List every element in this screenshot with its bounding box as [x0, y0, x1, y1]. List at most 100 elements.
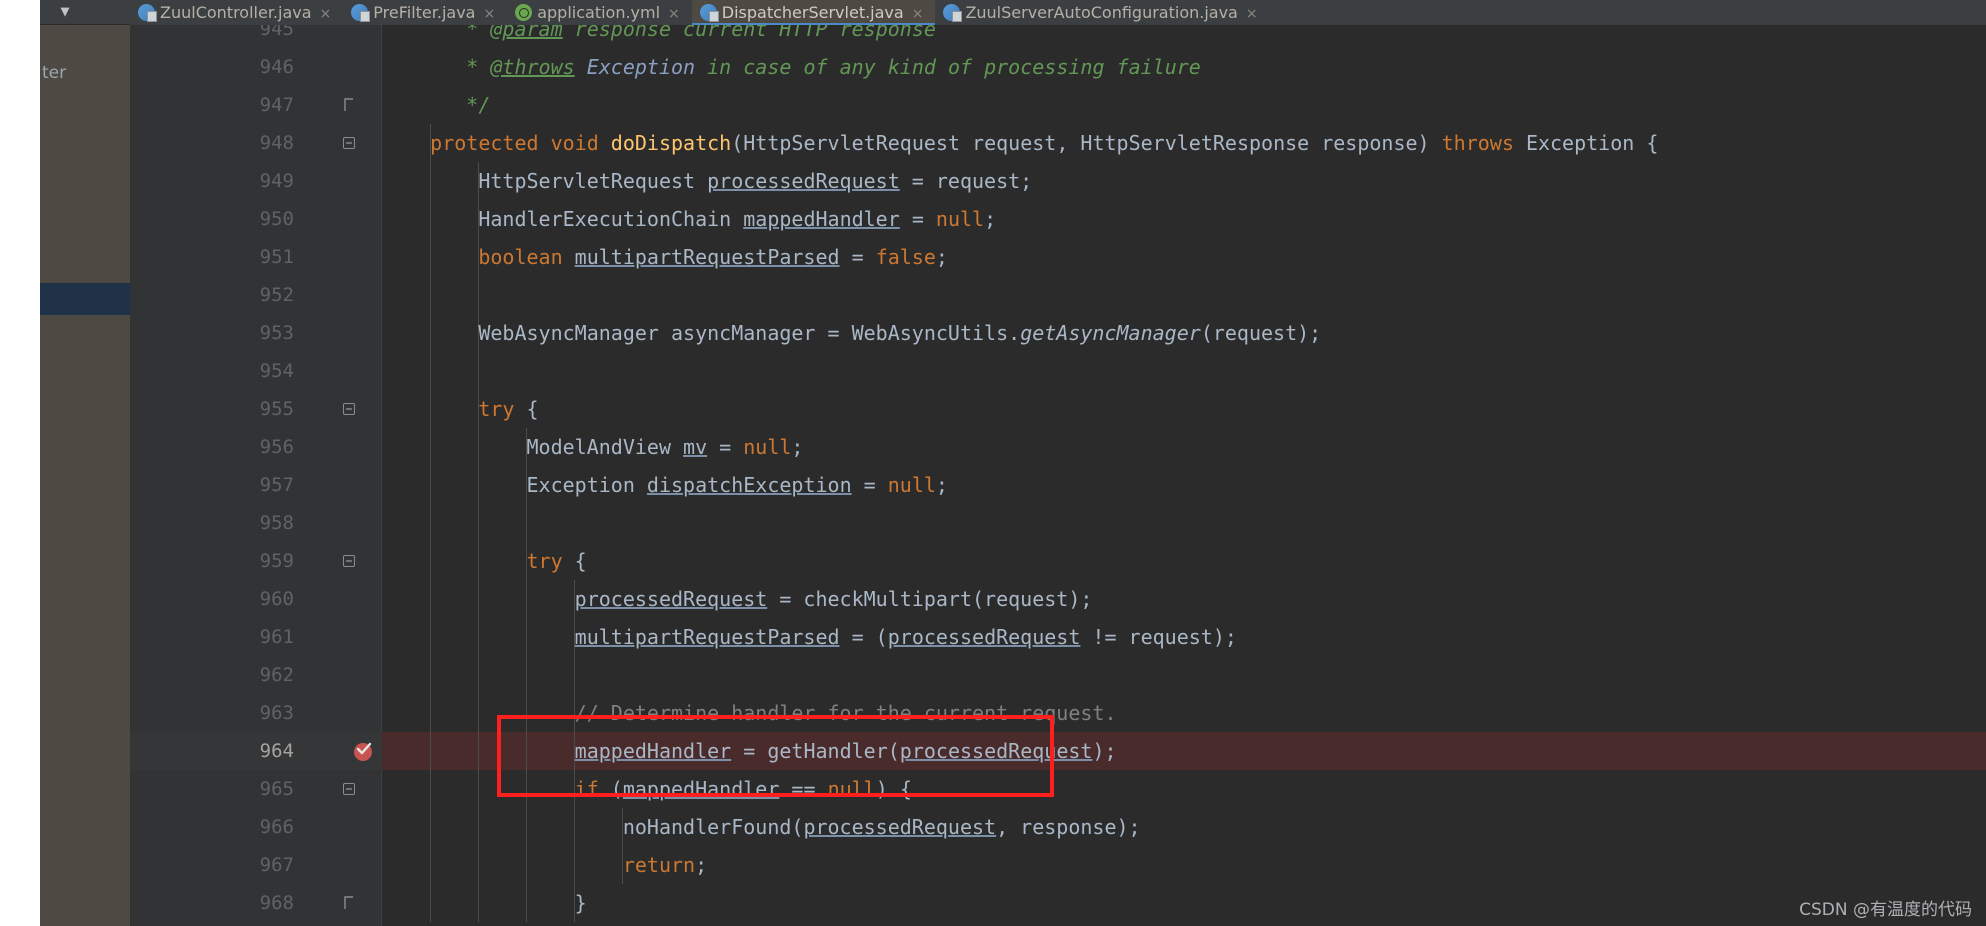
line-number: 951 — [259, 246, 294, 268]
line-number: 968 — [259, 892, 294, 914]
top-cut-left — [0, 0, 40, 3]
fold-collapse-icon[interactable] — [340, 400, 358, 418]
line-number: 958 — [259, 512, 294, 534]
code-line-968[interactable]: 968 } — [130, 884, 1986, 922]
left-panel-partial-label: ter — [42, 63, 67, 83]
editor-tab-label: ZuulServerAutoConfiguration.java — [965, 3, 1238, 22]
fold-end-icon[interactable] — [340, 96, 358, 114]
close-icon[interactable]: × — [320, 2, 332, 25]
java-class-icon — [943, 4, 963, 22]
line-number: 960 — [259, 588, 294, 610]
line-number: 961 — [259, 626, 294, 648]
line-number: 967 — [259, 854, 294, 876]
code-line-text: HandlerExecutionChain mappedHandler = nu… — [382, 207, 997, 231]
editor-tab-application-yml[interactable]: application.yml × — [507, 0, 692, 25]
code-line-text: * @throws Exception in case of any kind … — [382, 55, 1201, 79]
code-line-953[interactable]: 953 WebAsyncManager asyncManager = WebAs… — [130, 314, 1986, 352]
line-number: 964 — [259, 740, 294, 762]
fold-end-icon[interactable] — [340, 894, 358, 912]
breakpoint-verified-icon[interactable] — [352, 740, 374, 762]
code-line-text: try { — [526, 549, 587, 573]
left-panel-selected-item[interactable] — [40, 283, 130, 315]
code-line-967[interactable]: 967 return; — [130, 846, 1986, 884]
code-line-text: Exception dispatchException = null; — [382, 473, 948, 497]
line-number: 969 — [130, 922, 300, 926]
code-line-958[interactable]: 958 — [130, 504, 1986, 542]
code-line-952[interactable]: 952 — [130, 276, 1986, 314]
code-line-961[interactable]: 961 multipartRequestParsed = (processedR… — [130, 618, 1986, 656]
editor-tab-dispatcherservlet-java[interactable]: DispatcherServlet.java × — [691, 0, 936, 25]
code-line-text: */ — [382, 93, 491, 117]
line-number: 953 — [259, 322, 294, 344]
code-line-text: // Determine handler for the current req… — [382, 701, 1117, 725]
editor-tab-label: application.yml — [537, 3, 661, 22]
line-number: 948 — [259, 132, 294, 154]
code-line-text: mappedHandler = getHandler(processedRequ… — [574, 739, 1117, 763]
code-line-960[interactable]: 960 processedRequest = checkMultipart(re… — [130, 580, 1986, 618]
fold-collapse-icon[interactable] — [340, 780, 358, 798]
chevron-down-icon[interactable]: ▼ — [52, 2, 78, 20]
code-line-964[interactable]: 964 mappedHandler = getHandler(processed… — [130, 732, 1986, 770]
line-number: 952 — [259, 284, 294, 306]
code-line-text: if (mappedHandler == null) { — [574, 777, 912, 801]
watermark-text: CSDN @有温度的代码 — [1799, 900, 1972, 920]
editor-tab-label: PreFilter.java — [373, 3, 476, 22]
code-line-947[interactable]: 947 */ — [130, 86, 1986, 124]
editor-tab-label: ZuulController.java — [160, 3, 312, 22]
code-line-962[interactable]: 962 — [130, 656, 1986, 694]
code-line-950[interactable]: 950 HandlerExecutionChain mappedHandler … — [130, 200, 1986, 238]
line-number: 954 — [259, 360, 294, 382]
code-line-945[interactable]: 945 * @param response current HTTP respo… — [130, 25, 1986, 48]
line-number: 965 — [259, 778, 294, 800]
code-line-965[interactable]: 965 if (mappedHandler == null) { — [130, 770, 1986, 808]
code-line-text: try { — [478, 397, 539, 421]
line-number: 959 — [259, 550, 294, 572]
code-line-text: WebAsyncManager asyncManager = WebAsyncU… — [382, 321, 1322, 345]
code-line-text: protected void doDispatch(HttpServletReq… — [430, 131, 1659, 155]
code-line-text: noHandlerFound(processedRequest, respons… — [382, 815, 1141, 839]
code-line-966[interactable]: 966 noHandlerFound(processedRequest, res… — [130, 808, 1986, 846]
line-number: 956 — [259, 436, 294, 458]
code-line-948[interactable]: 948 protected void doDispatch(HttpServle… — [130, 124, 1986, 162]
line-number: 947 — [259, 94, 294, 116]
yaml-file-icon — [515, 4, 533, 21]
code-line-text: HttpServletRequest processedRequest = re… — [382, 169, 1033, 193]
close-icon[interactable]: × — [483, 2, 495, 25]
code-line-text: multipartRequestParsed = (processedReque… — [574, 625, 1237, 649]
java-class-icon — [138, 4, 157, 22]
code-line-text: processedRequest = checkMultipart(reques… — [574, 587, 1093, 611]
line-number: 946 — [259, 56, 294, 78]
fold-collapse-icon[interactable] — [340, 134, 358, 152]
line-number: 949 — [259, 170, 294, 192]
code-line-text: return; — [622, 853, 708, 877]
editor-tab-label: DispatcherServlet.java — [721, 3, 904, 22]
line-number: 957 — [259, 474, 294, 496]
close-icon[interactable]: × — [912, 2, 924, 25]
line-number: 966 — [259, 816, 294, 838]
code-line-969[interactable]: 969 — [130, 922, 1986, 926]
ide-window: ▼ ter ZuulController.java × PreFilter.java… — [0, 0, 1986, 926]
code-line-text: ModelAndView mv = null; — [382, 435, 804, 459]
java-class-icon — [699, 4, 719, 22]
close-icon[interactable]: × — [1246, 2, 1258, 25]
line-number: 950 — [259, 208, 294, 230]
code-line-955[interactable]: 955 try { — [130, 390, 1986, 428]
editor-tab-zuulserverautoconfiguration-java[interactable]: ZuulServerAutoConfiguration.java × — [935, 0, 1269, 25]
code-editor[interactable]: 945 * @param response current HTTP respo… — [130, 25, 1986, 926]
java-class-icon — [351, 4, 371, 22]
editor-tabbar[interactable]: ZuulController.java × PreFilter.java × appli… — [130, 0, 1986, 25]
fold-collapse-icon[interactable] — [340, 552, 358, 570]
code-line-946[interactable]: 946 * @throws Exception in case of any k… — [130, 48, 1986, 86]
code-line-954[interactable]: 954 — [130, 352, 1986, 390]
code-line-956[interactable]: 956 ModelAndView mv = null; — [130, 428, 1986, 466]
left-tool-panel[interactable] — [40, 0, 130, 926]
line-number: 963 — [259, 702, 294, 724]
code-line-957[interactable]: 957 Exception dispatchException = null; — [130, 466, 1986, 504]
code-line-959[interactable]: 959 try { — [130, 542, 1986, 580]
close-icon[interactable]: × — [668, 2, 680, 25]
editor-tab-prefilter-java[interactable]: PreFilter.java × — [343, 0, 507, 25]
code-line-951[interactable]: 951 boolean multipartRequestParsed = fal… — [130, 238, 1986, 276]
code-line-963[interactable]: 963 // Determine handler for the current… — [130, 694, 1986, 732]
code-line-949[interactable]: 949 HttpServletRequest processedRequest … — [130, 162, 1986, 200]
editor-tab-zuulcontroller-java[interactable]: ZuulController.java × — [130, 0, 343, 25]
